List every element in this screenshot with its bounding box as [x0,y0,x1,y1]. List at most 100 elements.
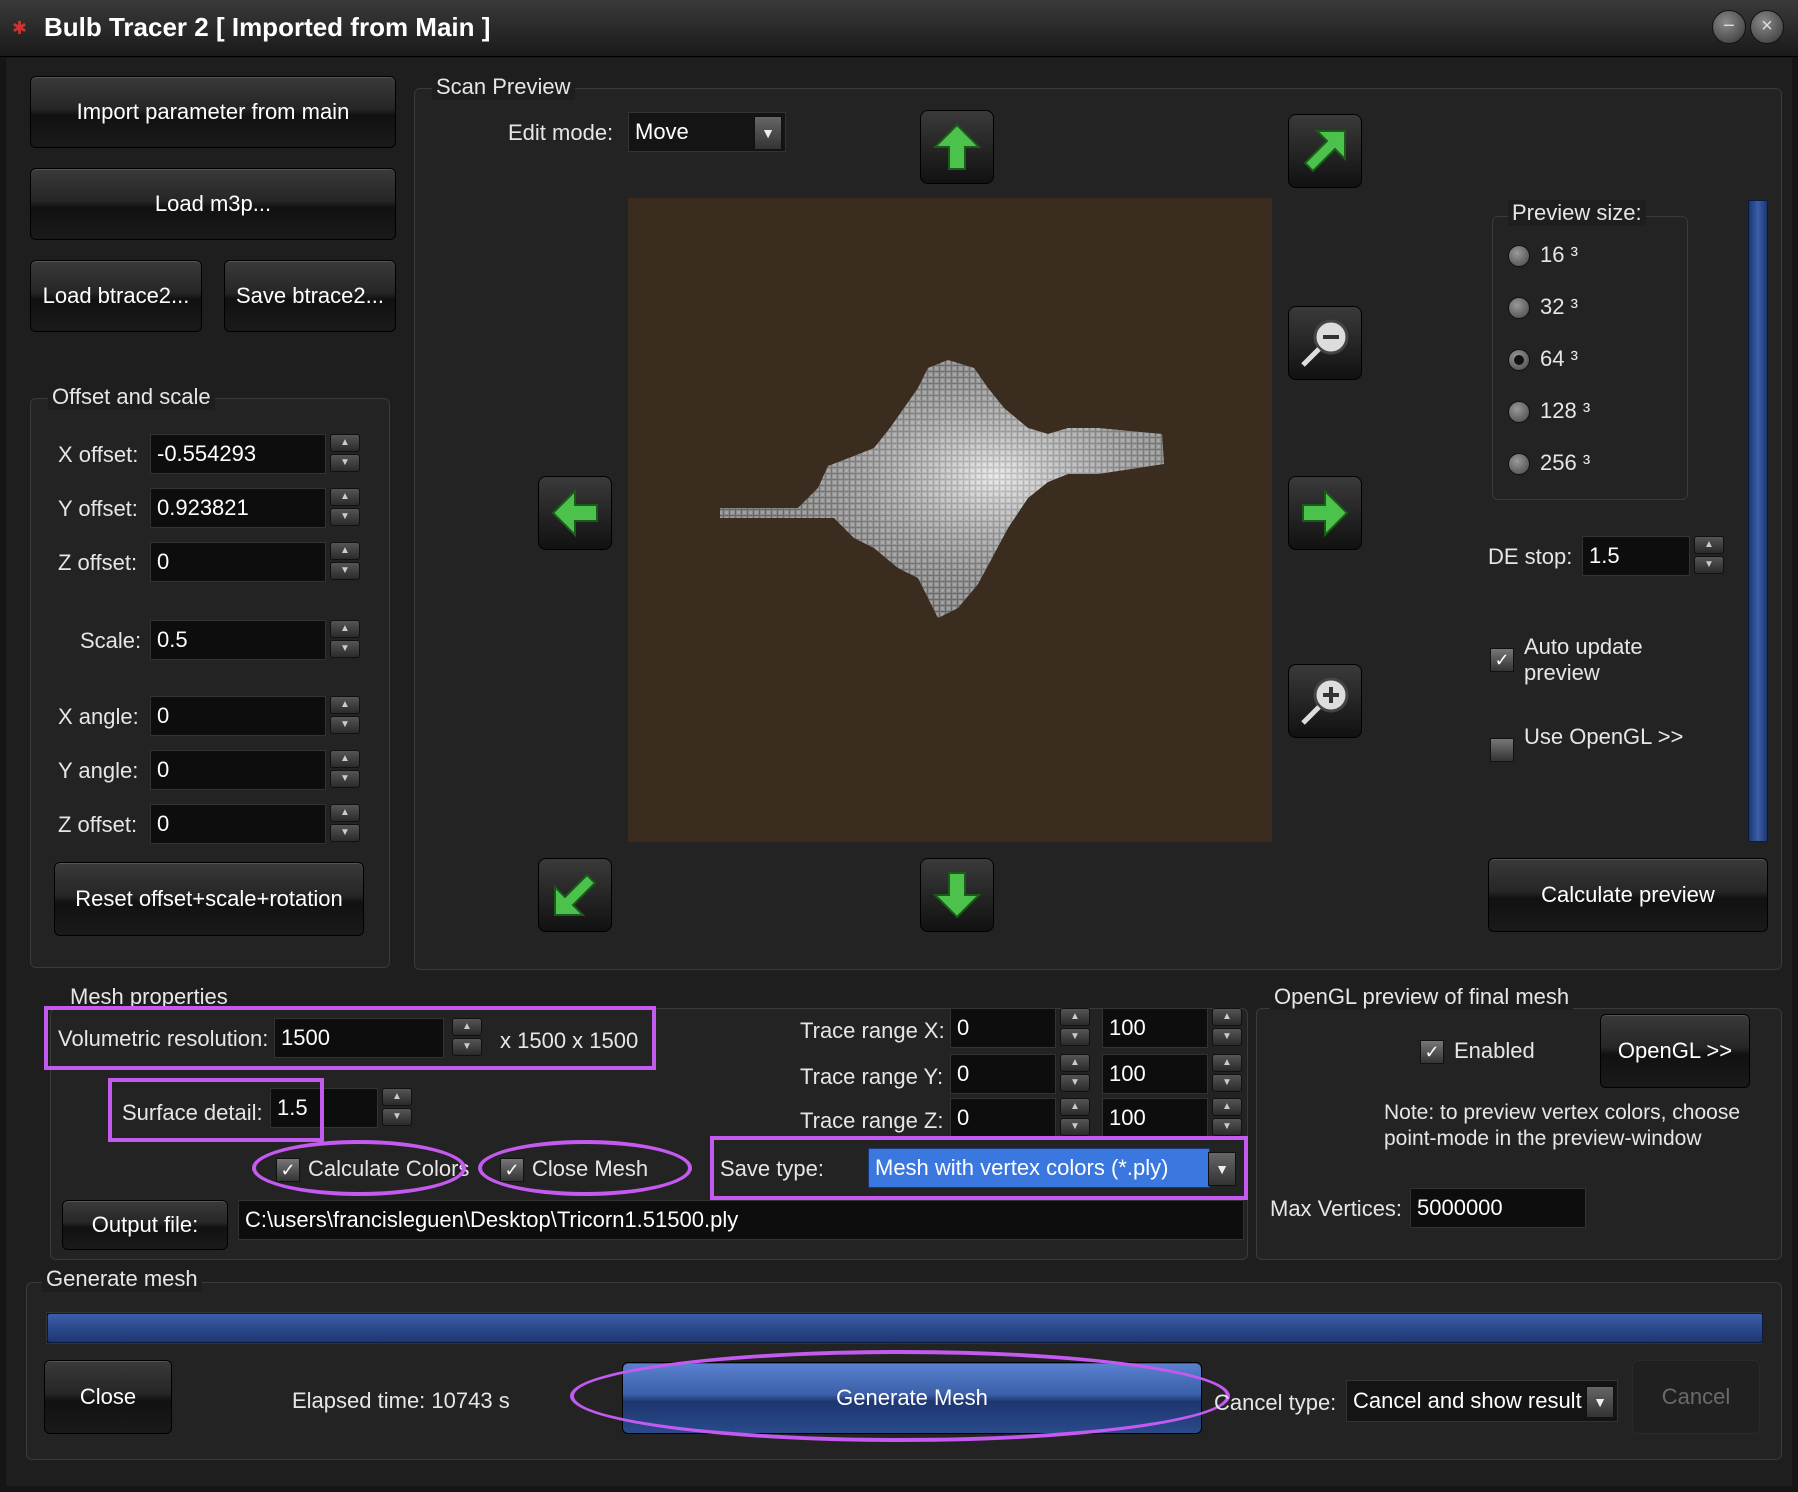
cancel-type-label: Cancel type: [1214,1390,1337,1415]
use-opengl-label: Use OpenGL >> [1524,724,1684,749]
trace-range-x-min-spinner[interactable]: ▲ ▼ [1060,1008,1090,1048]
de-stop-field[interactable]: 1.5 [1582,536,1690,576]
trace-range-x-max[interactable]: 100 [1102,1008,1208,1048]
trace-range-y-max-spinner[interactable]: ▲ ▼ [1212,1054,1242,1094]
arrow-up-icon [932,123,982,170]
size-16-radio[interactable] [1508,245,1530,267]
offset-scale-label: Offset and scale [48,384,215,410]
arrow-down-icon [932,872,982,919]
x-offset-field[interactable]: -0.554293 [150,434,326,474]
scan-preview-label: Scan Preview [432,74,575,100]
zoom-in-icon [1301,677,1349,725]
generate-mesh-highlight [570,1350,1230,1442]
move-down-button[interactable] [920,858,994,932]
arrow-up-right-icon [1303,130,1346,173]
output-file-button[interactable]: Output file: [62,1200,228,1250]
trace-range-y-label: Trace range Y: [800,1064,944,1089]
load-btrace-button[interactable]: Load btrace2... [30,260,202,332]
app-icon: ✱ [12,18,28,38]
close-mesh-highlight [478,1140,692,1196]
scale-spinner[interactable]: ▲ ▼ [330,620,360,660]
opengl-enabled-checkbox[interactable]: ✓ [1420,1040,1444,1064]
arrow-right-icon [1302,488,1349,538]
scale-label: Scale: [80,628,142,653]
z-offset-field[interactable]: 0 [150,542,326,582]
minimize-button[interactable]: − [1712,10,1746,44]
z-angle-field[interactable]: 0 [150,804,326,844]
y-angle-label: Y angle: [58,758,139,783]
generate-progress-track [46,1312,1763,1344]
move-down-left-button[interactable] [538,858,612,932]
trace-range-x-max-spinner[interactable]: ▲ ▼ [1212,1008,1242,1048]
save-btrace-button[interactable]: Save btrace2... [224,260,396,332]
scale-field[interactable]: 0.5 [150,620,326,660]
cancel-type-dropdown-icon[interactable]: ▼ [1586,1386,1614,1418]
zoom-out-icon [1301,319,1349,367]
size-256-label: 256 ³ [1540,450,1591,475]
trace-range-y-max[interactable]: 100 [1102,1054,1208,1094]
output-file-field[interactable]: C:\users\francisleguen\Desktop\Tricorn1.… [238,1200,1244,1240]
use-opengl-checkbox[interactable] [1490,738,1514,762]
size-32-label: 32 ³ [1540,294,1578,319]
trace-range-z-max-spinner[interactable]: ▲ ▼ [1212,1098,1242,1138]
y-offset-field[interactable]: 0.923821 [150,488,326,528]
move-up-button[interactable] [920,110,994,184]
preview-progress-bar [1748,200,1768,842]
window-title: Bulb Tracer 2 [ Imported from Main ] [44,12,491,42]
auto-update-label: Auto update preview [1524,634,1643,685]
surface-detail-spinner[interactable]: ▲ ▼ [382,1088,412,1128]
de-stop-spinner[interactable]: ▲ ▼ [1694,536,1724,576]
edit-mode-label: Edit mode: [508,120,614,145]
edit-mode-dropdown-icon[interactable]: ▼ [754,116,782,150]
size-16-label: 16 ³ [1540,242,1578,267]
preview-size-label: Preview size: [1508,200,1646,226]
y-offset-spinner[interactable]: ▲ ▼ [330,488,360,528]
voxel-preview-image [720,360,1164,618]
move-right-button[interactable] [1288,476,1362,550]
trace-range-y-min[interactable]: 0 [950,1054,1056,1094]
max-vertices-label: Max Vertices: [1270,1196,1403,1221]
z-angle-label: Z offset: [58,812,138,837]
volumetric-highlight [44,1006,656,1070]
x-angle-field[interactable]: 0 [150,696,326,736]
import-parameter-button[interactable]: Import parameter from main [30,76,396,148]
trace-range-z-min-spinner[interactable]: ▲ ▼ [1060,1098,1090,1138]
y-angle-field[interactable]: 0 [150,750,326,790]
cancel-type-select[interactable]: Cancel and show result [1346,1380,1618,1422]
size-64-label: 64 ³ [1540,346,1578,371]
x-offset-spinner[interactable]: ▲ ▼ [330,434,360,474]
generate-progress-fill [47,1313,1763,1343]
trace-range-z-min[interactable]: 0 [950,1098,1056,1138]
move-left-button[interactable] [538,476,612,550]
generate-mesh-label: Generate mesh [42,1266,202,1292]
z-offset-label: Z offset: [58,550,138,575]
trace-range-y-min-spinner[interactable]: ▲ ▼ [1060,1054,1090,1094]
close-button[interactable]: Close [44,1360,172,1434]
save-type-highlight [710,1136,1248,1200]
reset-offset-button[interactable]: Reset offset+scale+rotation [54,862,364,936]
calculate-colors-highlight [252,1140,466,1196]
scan-preview-canvas[interactable] [628,198,1272,842]
size-128-radio[interactable] [1508,401,1530,423]
trace-range-z-max[interactable]: 100 [1102,1098,1208,1138]
z-angle-spinner[interactable]: ▲ ▼ [330,804,360,844]
opengl-note: Note: to preview vertex colors, choose p… [1384,1101,1740,1150]
x-angle-spinner[interactable]: ▲ ▼ [330,696,360,736]
auto-update-checkbox[interactable]: ✓ [1490,648,1514,672]
arrow-down-left-icon [554,873,597,916]
zoom-in-button[interactable] [1288,664,1362,738]
load-m3p-button[interactable]: Load m3p... [30,168,396,240]
cancel-button[interactable]: Cancel [1632,1360,1760,1434]
size-64-radio[interactable] [1508,349,1530,371]
close-window-button[interactable]: × [1750,10,1784,44]
z-offset-spinner[interactable]: ▲ ▼ [330,542,360,582]
size-32-radio[interactable] [1508,297,1530,319]
calculate-preview-button[interactable]: Calculate preview [1488,858,1768,932]
zoom-out-button[interactable] [1288,306,1362,380]
y-angle-spinner[interactable]: ▲ ▼ [330,750,360,790]
opengl-button[interactable]: OpenGL >> [1600,1014,1750,1088]
move-up-right-button[interactable] [1288,114,1362,188]
max-vertices-field[interactable]: 5000000 [1410,1188,1586,1228]
size-256-radio[interactable] [1508,453,1530,475]
trace-range-x-min[interactable]: 0 [950,1008,1056,1048]
